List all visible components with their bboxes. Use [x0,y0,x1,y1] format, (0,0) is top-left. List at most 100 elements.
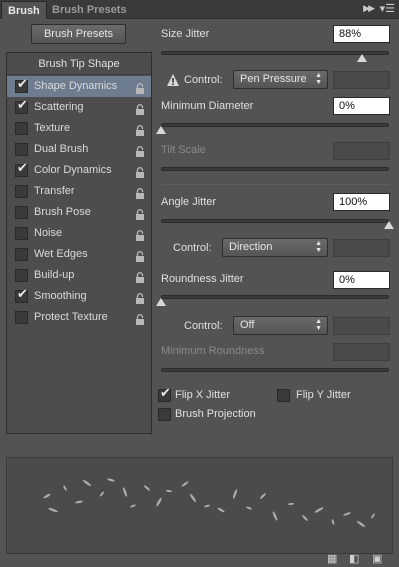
dropdown-arrows-icon: ▲ ▼ [315,240,322,254]
lock-icon[interactable] [135,312,145,325]
size-control-dropdown[interactable]: Pen Pressure ▲ ▼ [233,70,328,89]
tilt-scale-label: Tilt Scale [161,144,206,156]
list-item-label: Smoothing [34,290,87,302]
list-item-label: Protect Texture [34,311,108,323]
enable-checkbox[interactable]: ✔ [15,287,28,303]
brush-stroke-preview-image [43,478,375,528]
enable-checkbox[interactable] [15,122,28,135]
tilt-scale-slider [161,167,389,171]
lock-icon[interactable] [135,207,145,220]
list-item-label: Texture [34,122,71,134]
roundness-jitter-slider-thumb[interactable] [156,298,166,306]
enable-checkbox[interactable] [15,269,28,282]
grid-toggle-icon[interactable]: ▦ [327,553,341,565]
tab-brush[interactable]: Brush [1,1,47,19]
angle-control-label: Control: [173,242,212,254]
flip-y-jitter-checkbox[interactable] [277,389,290,402]
list-item-wet-edges[interactable]: Wet Edges [7,244,151,265]
size-jitter-slider[interactable] [161,51,389,55]
checkmark-icon [278,386,291,399]
roundness-jitter-input[interactable]: 0% [333,271,390,289]
create-new-brush-icon[interactable]: ▣ [372,553,386,565]
checkmark-icon [16,224,29,237]
enable-checkbox[interactable] [15,185,28,198]
double-chevron-right-icon[interactable]: ▶▶ [363,3,375,14]
checkmark-icon [16,140,29,153]
brush-tip-shape-item[interactable]: Brush Tip Shape [7,53,151,75]
lock-icon[interactable] [135,102,145,115]
lock-icon[interactable] [135,270,145,283]
lock-icon[interactable] [135,144,145,157]
checkmark-icon [16,245,29,258]
checkmark-icon [16,182,29,195]
list-item-noise[interactable]: Noise [7,223,151,244]
minimum-diameter-input[interactable]: 0% [333,97,390,115]
angle-jitter-input[interactable]: 100% [333,193,390,211]
lock-icon[interactable] [135,165,145,178]
checkmark-icon: ✔ [17,76,28,91]
lock-icon[interactable] [135,123,145,136]
checkmark-icon [16,308,29,321]
list-item-color-dynamics[interactable]: ✔ Color Dynamics [7,160,151,181]
lock-icon[interactable] [135,186,145,199]
list-item-label: Shape Dynamics [34,80,118,92]
checkmark-icon: ✔ [160,385,171,400]
list-item-smoothing[interactable]: ✔ Smoothing [7,286,151,307]
roundness-control-label: Control: [184,320,223,332]
size-jitter-slider-thumb[interactable] [356,54,367,62]
list-item-brush-pose[interactable]: Brush Pose [7,202,151,223]
checkmark-icon [159,405,172,418]
lock-icon[interactable] [135,228,145,241]
size-control-fade-input [333,71,390,89]
minimum-diameter-slider-thumb[interactable] [156,126,166,134]
dropdown-arrows-icon: ▲ ▼ [315,72,322,86]
minimum-diameter-slider[interactable] [161,123,389,127]
angle-jitter-slider[interactable] [161,219,389,223]
enable-checkbox[interactable] [15,311,28,324]
angle-control-fade-input [333,239,390,257]
enable-checkbox[interactable]: ✔ [15,97,28,114]
checkmark-icon [16,119,29,132]
enable-checkbox[interactable] [15,206,28,219]
enable-checkbox[interactable] [15,248,28,261]
angle-jitter-slider-thumb[interactable] [384,221,394,229]
panel-menu-icon[interactable]: ▾☰ [380,2,395,15]
flip-x-jitter-checkbox[interactable]: ✔ [158,385,171,402]
size-jitter-input[interactable]: 88% [333,25,390,43]
settings-panel: Size Jitter 88% Control: Pen Pressure ▲ ▼… [156,24,394,434]
angle-control-dropdown[interactable]: Direction ▲ ▼ [222,238,328,257]
brush-stroke-preview [6,457,393,554]
brush-projection-checkbox[interactable] [158,408,171,421]
enable-checkbox[interactable] [15,143,28,156]
checkmark-icon [16,203,29,216]
list-item-scattering[interactable]: ✔ Scattering [7,97,151,118]
checkmark-icon: ✔ [17,97,28,112]
list-item-build-up[interactable]: Build-up [7,265,151,286]
divider [161,184,390,185]
size-jitter-label: Size Jitter [161,28,210,40]
list-item-protect-texture[interactable]: Protect Texture [7,307,151,328]
list-item-transfer[interactable]: Transfer [7,181,151,202]
angle-control-value: Direction [229,241,273,253]
list-item-label: Wet Edges [34,248,88,260]
tab-brush-presets[interactable]: Brush Presets [46,1,133,19]
size-control-label: Control: [184,74,223,86]
lock-icon[interactable] [135,291,145,304]
lock-icon[interactable] [135,249,145,262]
list-item-texture[interactable]: Texture [7,118,151,139]
left-panel: Brush Presets Brush Tip Shape ✔ Shape Dyn… [6,24,152,434]
new-preset-icon[interactable]: ◧ [349,553,363,565]
list-item-shape-dynamics[interactable]: ✔ Shape Dynamics [7,76,151,97]
enable-checkbox[interactable]: ✔ [15,161,28,177]
roundness-control-dropdown[interactable]: Off ▲ ▼ [233,316,328,335]
enable-checkbox[interactable] [15,227,28,240]
brush-settings-list: Brush Tip Shape ✔ Shape Dynamics ✔ Scatteri… [6,52,152,434]
minimum-roundness-label: Minimum Roundness [161,345,265,357]
flip-y-jitter-label: Flip Y Jitter [296,389,351,401]
enable-checkbox[interactable]: ✔ [15,76,28,93]
roundness-jitter-slider[interactable] [161,295,389,299]
brush-presets-button[interactable]: Brush Presets [31,24,126,44]
list-item-dual-brush[interactable]: Dual Brush [7,139,151,160]
list-item-label: Dual Brush [34,143,89,155]
lock-icon[interactable] [135,81,145,94]
